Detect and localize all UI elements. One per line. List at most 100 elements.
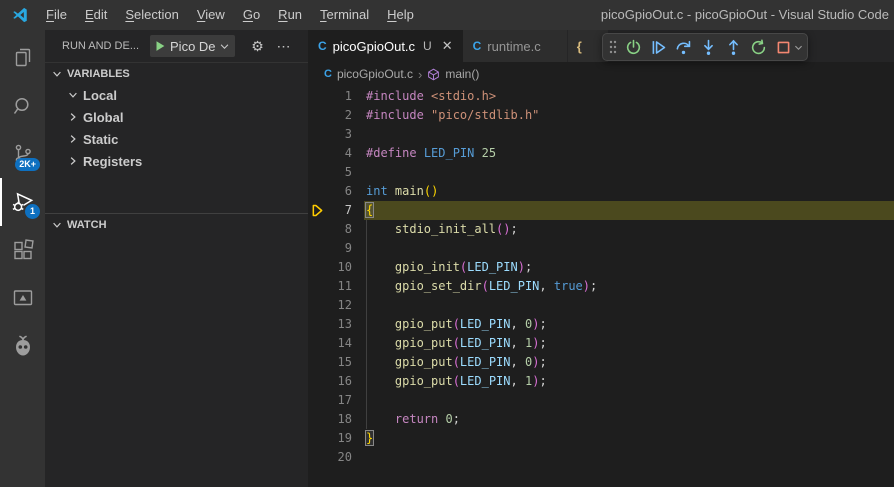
code-line-content[interactable]: stdio_init_all();: [352, 220, 894, 239]
stop-dropdown-chevron-icon[interactable]: [793, 42, 804, 53]
menu-edit[interactable]: Edit: [76, 0, 116, 30]
raspberry-pi-pico-icon[interactable]: [0, 322, 45, 370]
code-line[interactable]: 19}: [308, 429, 894, 448]
breakpoint-gutter[interactable]: [308, 315, 326, 334]
code-line-content[interactable]: gpio_put(LED_PIN, 0);: [352, 353, 894, 372]
code-line-content[interactable]: gpio_put(LED_PIN, 1);: [352, 372, 894, 391]
code-line-content[interactable]: gpio_set_dir(LED_PIN, true);: [352, 277, 894, 296]
code-line[interactable]: 9: [308, 239, 894, 258]
code-line-content[interactable]: #include "pico/stdlib.h": [352, 106, 894, 125]
code-line[interactable]: 2#include "pico/stdlib.h": [308, 106, 894, 125]
variables-item-local[interactable]: Local: [45, 84, 308, 106]
variables-item-registers[interactable]: Registers: [45, 150, 308, 172]
menu-help[interactable]: Help: [378, 0, 423, 30]
code-line[interactable]: 7{: [308, 201, 894, 220]
search-icon[interactable]: [0, 82, 45, 130]
continue-icon[interactable]: [646, 35, 670, 59]
step-out-icon[interactable]: [721, 35, 745, 59]
code-line-content[interactable]: #include <stdio.h>: [352, 87, 894, 106]
code-line-content[interactable]: gpio_init(LED_PIN);: [352, 258, 894, 277]
breadcrumb-symbol[interactable]: main(): [445, 67, 479, 81]
code-line-content[interactable]: [352, 391, 894, 410]
code-line[interactable]: 3: [308, 125, 894, 144]
variables-section-header[interactable]: VARIABLES: [45, 62, 308, 84]
drag-handle-icon[interactable]: [606, 35, 620, 59]
breakpoint-gutter[interactable]: [308, 87, 326, 106]
code-line[interactable]: 18return 0;: [308, 410, 894, 429]
launch-config-dropdown[interactable]: Pico De: [150, 35, 235, 57]
code-line-content[interactable]: [352, 125, 894, 144]
restart-icon[interactable]: [746, 35, 770, 59]
step-into-icon[interactable]: [696, 35, 720, 59]
breakpoint-gutter[interactable]: [308, 220, 326, 239]
code-line[interactable]: 20: [308, 448, 894, 467]
code-line[interactable]: 16gpio_put(LED_PIN, 1);: [308, 372, 894, 391]
debug-current-line-arrow-icon[interactable]: [308, 201, 326, 220]
code-line-content[interactable]: #define LED_PIN 25: [352, 144, 894, 163]
step-over-icon[interactable]: [671, 35, 695, 59]
breakpoint-gutter[interactable]: [308, 163, 326, 182]
code-line[interactable]: 8stdio_init_all();: [308, 220, 894, 239]
breakpoint-gutter[interactable]: [308, 391, 326, 410]
code-line[interactable]: 1#include <stdio.h>: [308, 87, 894, 106]
breakpoint-gutter[interactable]: [308, 448, 326, 467]
tab-picogpioout[interactable]: C picoGpioOut.c U ✕: [308, 30, 463, 62]
breakpoint-gutter[interactable]: [308, 410, 326, 429]
code-line[interactable]: 10gpio_init(LED_PIN);: [308, 258, 894, 277]
more-actions-icon[interactable]: ⋯: [273, 35, 295, 57]
breakpoint-gutter[interactable]: [308, 239, 326, 258]
code-line-content[interactable]: [352, 296, 894, 315]
code-line[interactable]: 12: [308, 296, 894, 315]
code-line[interactable]: 13gpio_put(LED_PIN, 0);: [308, 315, 894, 334]
preview-panel-icon[interactable]: [0, 274, 45, 322]
breakpoint-gutter[interactable]: [308, 429, 326, 448]
code-line[interactable]: 5: [308, 163, 894, 182]
breakpoint-gutter[interactable]: [308, 277, 326, 296]
menu-file[interactable]: File: [37, 0, 76, 30]
chevron-down-icon: [219, 41, 230, 52]
run-and-debug-icon[interactable]: 1: [0, 178, 45, 226]
breakpoint-gutter[interactable]: [308, 258, 326, 277]
code-line-content[interactable]: gpio_put(LED_PIN, 0);: [352, 315, 894, 334]
source-control-icon[interactable]: 2K+: [0, 130, 45, 178]
code-line-content[interactable]: int main(): [352, 182, 894, 201]
stop-icon[interactable]: [771, 35, 795, 59]
menu-run[interactable]: Run: [269, 0, 311, 30]
menu-view[interactable]: View: [188, 0, 234, 30]
breakpoint-gutter[interactable]: [308, 296, 326, 315]
breakpoint-gutter[interactable]: [308, 125, 326, 144]
code-line-content[interactable]: return 0;: [352, 410, 894, 429]
breadcrumb-file[interactable]: picoGpioOut.c: [337, 67, 413, 81]
code-line-content[interactable]: [352, 239, 894, 258]
code-line[interactable]: 11gpio_set_dir(LED_PIN, true);: [308, 277, 894, 296]
variables-item-static[interactable]: Static: [45, 128, 308, 150]
breakpoint-gutter[interactable]: [308, 353, 326, 372]
code-line-content[interactable]: gpio_put(LED_PIN, 1);: [352, 334, 894, 353]
menu-selection[interactable]: Selection: [116, 0, 187, 30]
breakpoint-gutter[interactable]: [308, 182, 326, 201]
code-editor[interactable]: 1#include <stdio.h>2#include "pico/stdli…: [308, 86, 894, 487]
explorer-icon[interactable]: [0, 34, 45, 82]
code-line[interactable]: 6int main(): [308, 182, 894, 201]
tab-runtime[interactable]: C runtime.c: [463, 30, 568, 62]
code-line-content[interactable]: [352, 448, 894, 467]
code-line[interactable]: 14gpio_put(LED_PIN, 1);: [308, 334, 894, 353]
gear-icon[interactable]: ⚙: [247, 35, 269, 57]
code-line-content[interactable]: }: [352, 429, 894, 448]
code-line[interactable]: 17: [308, 391, 894, 410]
breakpoint-gutter[interactable]: [308, 372, 326, 391]
code-line-content[interactable]: [352, 163, 894, 182]
code-line[interactable]: 15gpio_put(LED_PIN, 0);: [308, 353, 894, 372]
code-line-content[interactable]: {: [352, 201, 894, 220]
variables-item-global[interactable]: Global: [45, 106, 308, 128]
menu-terminal[interactable]: Terminal: [311, 0, 378, 30]
extensions-icon[interactable]: [0, 226, 45, 274]
code-line[interactable]: 4#define LED_PIN 25: [308, 144, 894, 163]
close-icon[interactable]: ✕: [442, 38, 453, 54]
menu-go[interactable]: Go: [234, 0, 269, 30]
reset-device-icon[interactable]: [621, 35, 645, 59]
breakpoint-gutter[interactable]: [308, 144, 326, 163]
watch-section-header[interactable]: WATCH: [45, 213, 308, 235]
breakpoint-gutter[interactable]: [308, 334, 326, 353]
breakpoint-gutter[interactable]: [308, 106, 326, 125]
